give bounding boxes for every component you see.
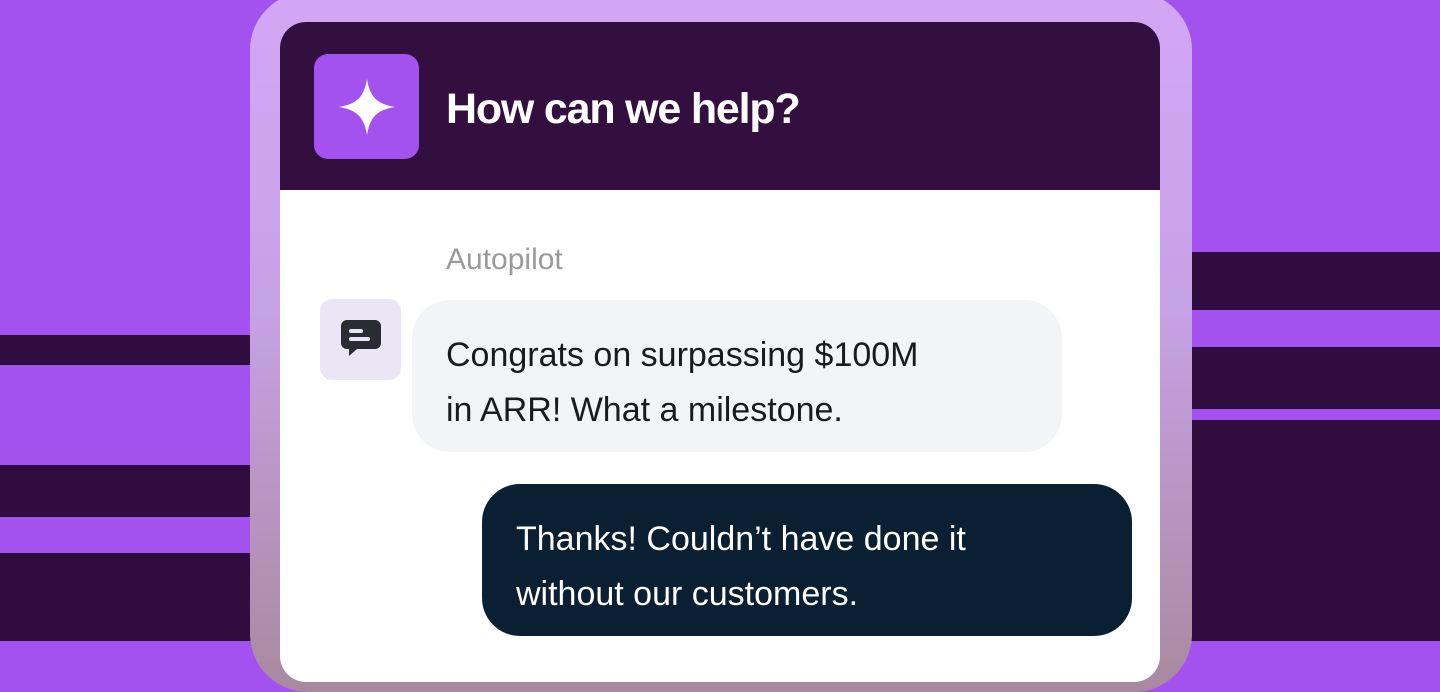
background-stripe (0, 335, 260, 365)
user-message-bubble: Thanks! Couldn’t have done it without ou… (482, 484, 1132, 636)
background-stripe (1180, 347, 1440, 409)
header-title: How can we help? (446, 85, 801, 133)
chat-bubble-icon (338, 314, 384, 365)
message-line: Thanks! Couldn’t have done it (516, 520, 966, 558)
sender-label: Autopilot (446, 243, 563, 276)
chat-header: How can we help? (280, 22, 1160, 190)
background-stripe (0, 465, 260, 517)
message-line: Congrats on surpassing $100M (446, 336, 919, 374)
sparkle-icon (314, 54, 419, 159)
background-stripe (1180, 420, 1440, 641)
bot-message-bubble: Congrats on surpassing $100M in ARR! Wha… (412, 300, 1062, 452)
bot-avatar (320, 299, 401, 380)
background-stripe (1180, 252, 1440, 310)
chat-widget: How can we help? Autopilot Congrats on s… (280, 22, 1160, 682)
background-stripe (0, 553, 260, 641)
message-line: in ARR! What a milestone. (446, 391, 843, 429)
message-line: without our customers. (516, 575, 859, 613)
